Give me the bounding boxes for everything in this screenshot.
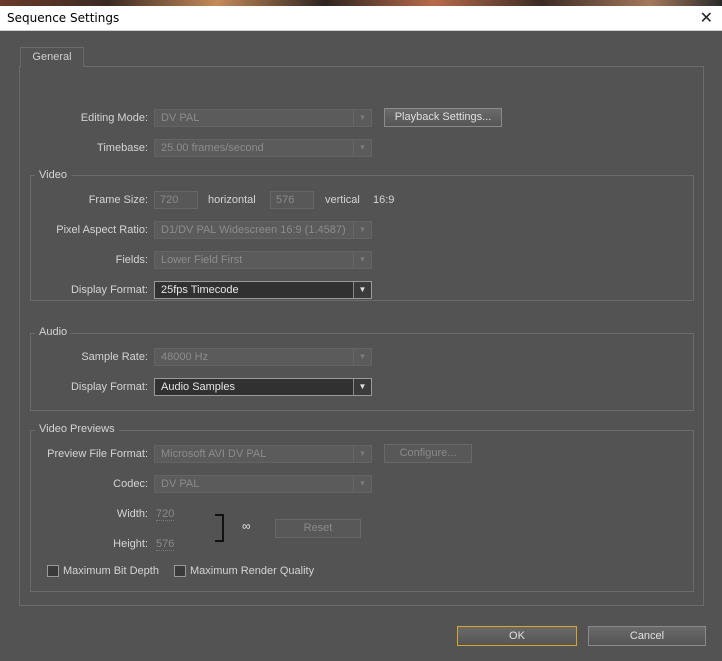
sample-rate-value: 48000 Hz [161, 351, 209, 363]
tab-general[interactable]: General [20, 47, 84, 67]
chevron-down-icon: ▼ [353, 222, 371, 238]
editing-mode-label: Editing Mode: [80, 112, 148, 124]
audio-group [30, 333, 694, 411]
pixel-aspect-value: D1/DV PAL Widescreen 16:9 (1.4587) [161, 224, 346, 236]
chevron-down-icon: ▼ [353, 379, 371, 395]
height-label: Height: [113, 538, 148, 550]
preview-file-format-value: Microsoft AVI DV PAL [161, 448, 267, 460]
general-panel: Editing Mode: DV PAL ▼ Playback Settings… [19, 66, 704, 606]
chevron-down-icon: ▼ [353, 446, 371, 462]
sample-rate-label: Sample Rate: [81, 351, 148, 363]
vertical-label: vertical [325, 194, 360, 206]
preview-file-format-select: Microsoft AVI DV PAL ▼ [154, 445, 372, 463]
frame-height-input: 576 [270, 191, 314, 209]
codec-value: DV PAL [161, 478, 200, 490]
horizontal-label: horizontal [208, 194, 256, 206]
editing-mode-value: DV PAL [161, 112, 200, 124]
fields-select: Lower Field First ▼ [154, 251, 372, 269]
timebase-select: 25.00 frames/second ▼ [154, 139, 372, 157]
chevron-down-icon: ▼ [353, 476, 371, 492]
preview-height-value: 576 [156, 538, 175, 551]
pixel-aspect-label: Pixel Aspect Ratio: [56, 224, 148, 236]
frame-size-label: Frame Size: [88, 194, 148, 206]
aspect-bracket [215, 514, 224, 542]
audio-display-format-select[interactable]: Audio Samples ▼ [154, 378, 372, 396]
chevron-down-icon: ▼ [353, 349, 371, 365]
sequence-settings-dialog: General Editing Mode: DV PAL ▼ Playback … [0, 31, 722, 661]
link-icon[interactable]: ∞ [242, 519, 251, 533]
pixel-aspect-select: D1/DV PAL Widescreen 16:9 (1.4587) ▼ [154, 221, 372, 239]
chevron-down-icon: ▼ [353, 110, 371, 126]
timebase-value: 25.00 frames/second [161, 142, 264, 154]
close-icon[interactable]: ✕ [700, 8, 713, 28]
timebase-label: Timebase: [97, 142, 148, 154]
cancel-button[interactable]: Cancel [588, 626, 706, 646]
video-display-format-label: Display Format: [70, 284, 148, 296]
width-label: Width: [116, 508, 148, 520]
audio-display-format-value: Audio Samples [161, 381, 235, 393]
video-group-title: Video [35, 169, 71, 181]
max-render-quality-checkbox[interactable] [174, 565, 186, 577]
codec-label: Codec: [113, 478, 148, 490]
sample-rate-select: 48000 Hz ▼ [154, 348, 372, 366]
chevron-down-icon: ▼ [353, 282, 371, 298]
audio-group-title: Audio [35, 326, 72, 338]
video-display-format-select[interactable]: 25fps Timecode ▼ [154, 281, 372, 299]
window-title: Sequence Settings [7, 11, 120, 25]
max-bit-depth-checkbox[interactable] [47, 565, 59, 577]
playback-settings-button[interactable]: Playback Settings... [384, 108, 502, 127]
max-bit-depth-label: Maximum Bit Depth [63, 565, 159, 577]
max-render-quality-label: Maximum Render Quality [190, 565, 315, 577]
reset-button: Reset [275, 519, 361, 538]
chevron-down-icon: ▼ [353, 140, 371, 156]
video-display-format-value: 25fps Timecode [161, 284, 239, 296]
title-bar: Sequence Settings ✕ [0, 6, 722, 31]
chevron-down-icon: ▼ [353, 252, 371, 268]
fields-value: Lower Field First [161, 254, 243, 266]
fields-label: Fields: [115, 254, 148, 266]
preview-width-value: 720 [156, 508, 175, 521]
codec-select: DV PAL ▼ [154, 475, 372, 493]
aspect-ratio-text: 16:9 [373, 194, 395, 206]
preview-file-format-label: Preview File Format: [47, 448, 148, 460]
video-previews-group-title: Video Previews [35, 423, 119, 435]
audio-display-format-label: Display Format: [70, 381, 148, 393]
ok-button[interactable]: OK [457, 626, 577, 646]
configure-button: Configure... [384, 444, 472, 463]
editing-mode-select: DV PAL ▼ [154, 109, 372, 127]
frame-width-input: 720 [154, 191, 198, 209]
